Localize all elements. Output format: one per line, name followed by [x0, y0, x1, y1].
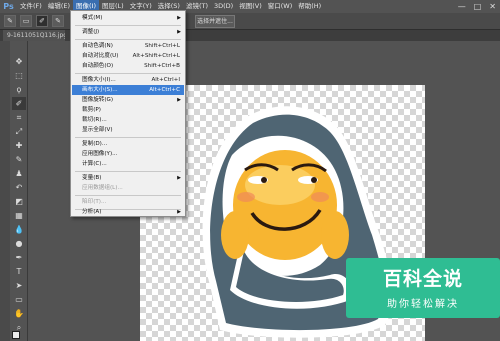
image-menu-dropdown: 模式(M) ▶ 调整(J) ▶ 自动色调(N) Shift+Ctrl+L 自动对比度(…	[70, 10, 186, 217]
menu-filter[interactable]: 滤镜(T)	[183, 0, 211, 13]
menu-help[interactable]: 帮助(H)	[295, 0, 324, 13]
blur-tool-icon[interactable]: 💧	[12, 223, 26, 236]
menu-item-label: 应用图像(Y)...	[82, 151, 118, 157]
menu-separator	[75, 39, 181, 40]
menu-item-label: 调整(J)	[82, 29, 100, 35]
menu-item-label: 陷印(T)...	[82, 199, 107, 205]
path-selection-icon[interactable]: ➤	[12, 279, 26, 292]
menu-edit[interactable]: 编辑(E)	[45, 0, 73, 13]
move-tool-icon[interactable]: ✥	[12, 55, 26, 68]
menu-separator	[75, 137, 181, 138]
menu-item-shortcut: Alt+Shift+Ctrl+L	[132, 53, 180, 59]
menu-item-label: 分析(A)	[82, 209, 102, 215]
menu-item-shortcut: Shift+Ctrl+L	[144, 43, 180, 49]
panel-collapse-strip	[0, 41, 10, 341]
menu-item-shortcut: Alt+Ctrl+I	[151, 77, 180, 83]
menu-item-auto-contrast[interactable]: 自动对比度(U) Alt+Shift+Ctrl+L	[72, 51, 184, 61]
menu-separator	[75, 171, 181, 172]
menu-item-label: 复制(D)...	[82, 141, 108, 147]
submenu-arrow-icon: ▶	[177, 97, 181, 103]
history-brush-icon[interactable]: ↶	[12, 181, 26, 194]
quick-selection-tool-icon[interactable]: ✐	[12, 97, 26, 110]
photoshop-window: Ps 文件(F) 编辑(E) 图像(I) 图层(L) 文字(Y) 选择(S) 滤…	[0, 0, 500, 341]
clone-stamp-icon[interactable]: ♟	[12, 167, 26, 180]
submenu-arrow-icon: ▶	[177, 175, 181, 181]
menu-item-analysis[interactable]: 分析(A) ▶	[72, 208, 184, 217]
submenu-arrow-icon: ▶	[177, 209, 181, 215]
menu-item-trap: 陷印(T)...	[72, 197, 184, 207]
photoshop-logo: Ps	[3, 2, 14, 11]
menu-separator	[75, 25, 181, 26]
menu-view[interactable]: 视图(V)	[236, 0, 265, 13]
menu-item-label: 图像大小(I)...	[82, 77, 116, 83]
menu-window[interactable]: 窗口(W)	[265, 0, 296, 13]
menu-item-label: 裁剪(P)	[82, 107, 101, 113]
hand-tool-icon[interactable]: ✋	[12, 307, 26, 320]
watermark-subtitle: 助你轻松解决	[387, 299, 459, 310]
menu-item-auto-tone[interactable]: 自动色调(N) Shift+Ctrl+L	[72, 41, 184, 51]
menu-separator	[75, 73, 181, 74]
marquee-tool-icon[interactable]: ⬚	[12, 69, 26, 82]
shape-tool-icon[interactable]: ▭	[12, 293, 26, 306]
menu-item-mode[interactable]: 模式(M) ▶	[72, 13, 184, 23]
menu-item-label: 图像旋转(G)	[82, 97, 114, 103]
crop-tool-icon[interactable]: ⌗	[12, 111, 26, 124]
menu-item-canvas-size[interactable]: 画布大小(S)... Alt+Ctrl+C	[72, 85, 184, 95]
watermark-badge: 百科全说 助你轻松解决	[346, 258, 500, 318]
menu-item-apply-image[interactable]: 应用图像(Y)...	[72, 149, 184, 159]
menu-item-shortcut: Shift+Ctrl+B	[144, 63, 180, 69]
menu-item-label: 模式(M)	[82, 15, 103, 21]
menu-separator	[75, 195, 181, 196]
menu-item-calculations[interactable]: 计算(C)...	[72, 159, 184, 169]
dodge-tool-icon[interactable]: ●	[12, 237, 26, 250]
menu-item-duplicate[interactable]: 复制(D)...	[72, 139, 184, 149]
menu-item-variables[interactable]: 变量(B) ▶	[72, 173, 184, 183]
menu-item-crop[interactable]: 裁剪(P)	[72, 105, 184, 115]
type-tool-icon[interactable]: T	[12, 265, 26, 278]
menu-file[interactable]: 文件(F)	[17, 0, 45, 13]
menu-item-shortcut: Alt+Ctrl+C	[149, 87, 180, 93]
menu-item-label: 应用数据组(L)...	[82, 185, 123, 191]
menu-item-label: 自动色调(N)	[82, 43, 113, 49]
menu-item-label: 裁切(R)...	[82, 117, 107, 123]
lasso-tool-icon[interactable]: ϙ	[12, 83, 26, 96]
healing-brush-icon[interactable]: ✚	[12, 139, 26, 152]
menu-item-label: 变量(B)	[82, 175, 102, 181]
brush-preset-icon[interactable]: ✎	[4, 15, 16, 27]
new-selection-icon[interactable]: ▭	[20, 15, 32, 27]
menu-3d[interactable]: 3D(D)	[211, 0, 236, 13]
add-selection-icon[interactable]: ✐	[36, 15, 48, 27]
window-controls: — □ ✕	[458, 0, 496, 13]
submenu-arrow-icon: ▶	[177, 15, 181, 21]
menu-item-reveal-all[interactable]: 显示全部(V)	[72, 125, 184, 135]
menu-item-apply-data-set: 应用数据组(L)...	[72, 183, 184, 193]
document-tab[interactable]: 9-1611051Q116.jpg @ 1	[3, 30, 65, 41]
watermark-title: 百科全说	[382, 268, 463, 290]
menu-item-label: 自动对比度(U)	[82, 53, 119, 59]
menu-item-label: 显示全部(V)	[82, 127, 113, 133]
pen-tool-icon[interactable]: ✒	[12, 251, 26, 264]
menu-item-label: 自动颜色(O)	[82, 63, 114, 69]
close-button[interactable]: ✕	[489, 0, 496, 13]
brush-tool-icon[interactable]: ✎	[12, 153, 26, 166]
menu-item-adjustments[interactable]: 调整(J) ▶	[72, 27, 184, 37]
menu-item-label: 计算(C)...	[82, 161, 107, 167]
eyedropper-tool-icon[interactable]: ⤢	[12, 125, 26, 138]
menu-item-image-size[interactable]: 图像大小(I)... Alt+Ctrl+I	[72, 75, 184, 85]
submenu-arrow-icon: ▶	[177, 29, 181, 35]
menu-item-trim[interactable]: 裁切(R)...	[72, 115, 184, 125]
menu-item-label: 画布大小(S)...	[82, 87, 118, 93]
maximize-button[interactable]: □	[474, 0, 482, 13]
menu-item-auto-color[interactable]: 自动颜色(O) Shift+Ctrl+B	[72, 61, 184, 71]
foreground-color-swatch[interactable]	[12, 331, 20, 339]
select-and-mask-button[interactable]: 选择并遮住...	[195, 15, 235, 28]
gradient-tool-icon[interactable]: ▦	[12, 209, 26, 222]
subtract-selection-icon[interactable]: ✎	[52, 15, 64, 27]
tools-panel: ✥ ⬚ ϙ ✐ ⌗ ⤢ ✚ ✎ ♟ ↶ ◩ ▦ 💧 ● ✒ T ➤ ▭ ✋ ⌕	[10, 41, 28, 341]
eraser-tool-icon[interactable]: ◩	[12, 195, 26, 208]
minimize-button[interactable]: —	[458, 0, 466, 13]
menu-item-image-rotation[interactable]: 图像旋转(G) ▶	[72, 95, 184, 105]
